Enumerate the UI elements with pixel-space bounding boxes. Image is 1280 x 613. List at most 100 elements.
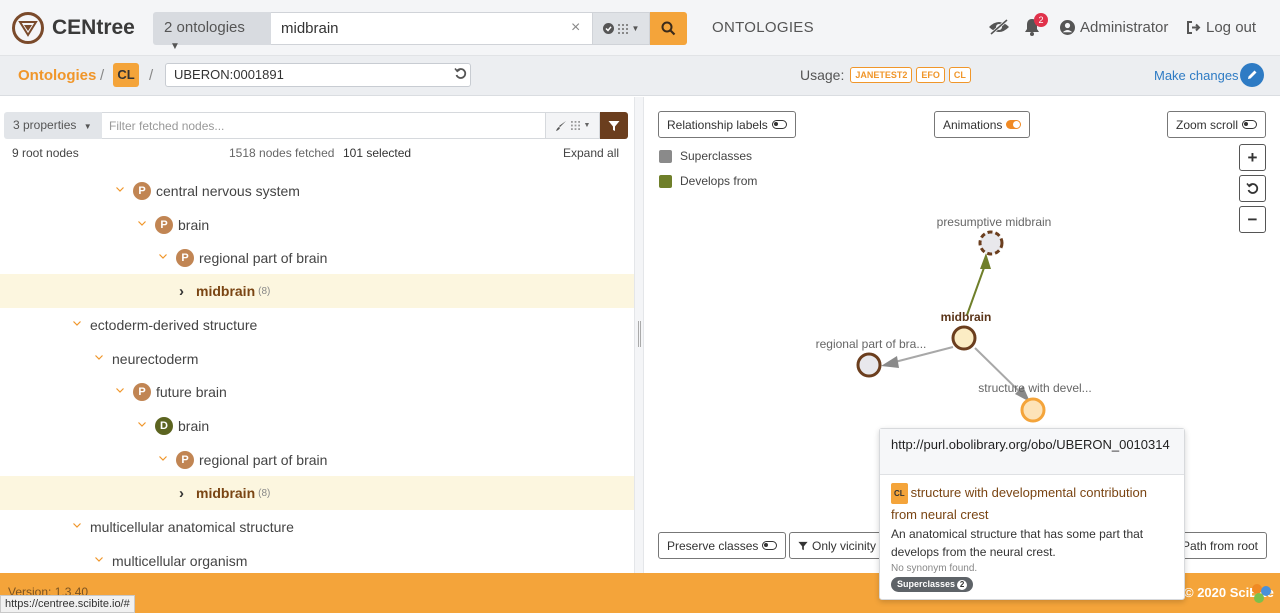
tree-node-label[interactable]: ectoderm-derived structure: [90, 317, 257, 333]
graph-node-label: presumptive midbrain: [937, 215, 1052, 229]
filter-button[interactable]: [600, 112, 628, 139]
pencil-icon[interactable]: [1240, 63, 1264, 87]
edge-arrowhead: [881, 356, 899, 368]
tree-row[interactable]: P regional part of brain: [0, 241, 634, 275]
preserve-classes-toggle[interactable]: Preserve classes: [658, 532, 787, 559]
tree-row[interactable]: neurectoderm: [0, 342, 634, 376]
sign-out-icon: [1187, 21, 1201, 34]
tree-row-selected[interactable]: › midbrain (8): [0, 476, 634, 510]
filter-nodes-input[interactable]: Filter fetched nodes...: [102, 112, 546, 139]
tree-node-label[interactable]: neurectoderm: [112, 351, 198, 367]
tree-row-selected[interactable]: › midbrain (8): [0, 274, 634, 308]
user-menu[interactable]: Administrator: [1060, 19, 1168, 36]
chevron-down-icon[interactable]: [159, 253, 167, 259]
notifications-button[interactable]: 2: [1024, 13, 1048, 39]
tree-filter-bar: 3 properties ▼ Filter fetched nodes... ▼: [0, 109, 634, 139]
root-nodes-count: 9 root nodes: [12, 146, 79, 160]
reset-term-icon[interactable]: [454, 67, 467, 83]
chevron-down-icon[interactable]: [73, 320, 81, 326]
splitter-grip-handle[interactable]: [638, 321, 641, 347]
tree-row[interactable]: P future brain: [0, 375, 634, 409]
properties-select[interactable]: 3 properties ▼: [4, 112, 102, 139]
property-badge: P: [176, 451, 194, 469]
tree-row[interactable]: D brain: [0, 409, 634, 443]
tree-node-label[interactable]: regional part of brain: [199, 452, 327, 468]
property-badge: P: [155, 216, 173, 234]
brush-icon: [555, 120, 566, 131]
tree-row[interactable]: P regional part of brain: [0, 443, 634, 477]
tree-node-label[interactable]: midbrain: [196, 283, 255, 299]
search-input-value: midbrain: [281, 20, 339, 37]
caret-down-icon: ▼: [631, 24, 640, 33]
graph-node-structure-with-developmental-contribution[interactable]: [1020, 397, 1046, 423]
tree-node-label[interactable]: midbrain: [196, 485, 255, 501]
chevron-down-icon[interactable]: [159, 455, 167, 461]
graph-node-regional-part-of-brain[interactable]: [856, 352, 882, 378]
tree-node-label[interactable]: central nervous system: [156, 183, 300, 199]
tree-row[interactable]: P brain: [0, 208, 634, 242]
search-mode-dropdown[interactable]: ▼: [593, 12, 650, 45]
tooltip-title: CL structure with developmental contribut…: [891, 483, 1173, 524]
chevron-down-icon[interactable]: [73, 522, 81, 528]
chevron-down-icon[interactable]: [116, 186, 124, 192]
caret-down-icon: ▼: [170, 41, 180, 52]
tree-panel: 3 properties ▼ Filter fetched nodes... ▼…: [0, 97, 634, 573]
logout-button[interactable]: Log out: [1186, 19, 1256, 36]
status-bar-url: https://centree.scibite.io/#: [0, 595, 135, 613]
chevron-right-icon[interactable]: ›: [179, 485, 184, 502]
breadcrumb-ontologies-link[interactable]: Ontologies: [18, 67, 96, 84]
superclasses-count: 2: [957, 580, 968, 590]
search-icon: [661, 21, 676, 36]
tree-node-label[interactable]: multicellular anatomical structure: [90, 519, 294, 535]
make-changes-link[interactable]: Make changes: [1154, 68, 1239, 83]
tree-row[interactable]: P central nervous system: [0, 174, 634, 208]
tree-node-label[interactable]: multicellular organism: [112, 553, 247, 569]
chevron-down-icon[interactable]: [116, 387, 124, 393]
graph-node-label: regional part of bra...: [816, 337, 927, 351]
tree-node-label[interactable]: brain: [178, 217, 209, 233]
notification-count-badge: 2: [1034, 13, 1048, 27]
tree-node-label[interactable]: regional part of brain: [199, 250, 327, 266]
scibite-logo-icon: [1252, 584, 1271, 603]
tree-row[interactable]: multicellular anatomical structure: [0, 510, 634, 544]
node-tooltip: http://purl.obolibrary.org/obo/UBERON_00…: [879, 428, 1185, 600]
tooltip-body: CL structure with developmental contribut…: [880, 475, 1184, 600]
filter-mode-dropdown[interactable]: ▼: [546, 112, 600, 139]
search-input[interactable]: midbrain: [271, 12, 593, 45]
child-count: (8): [258, 285, 271, 297]
tree-row[interactable]: ectoderm-derived structure: [0, 308, 634, 342]
app-name: CENtree: [52, 16, 135, 39]
graph-node-presumptive-midbrain[interactable]: [978, 230, 1004, 256]
preserve-classes-label: Preserve classes: [667, 538, 759, 553]
chevron-down-icon[interactable]: [138, 220, 146, 226]
develops-from-badge: D: [155, 417, 173, 435]
breadcrumb-ontology-badge[interactable]: CL: [113, 63, 139, 87]
tooltip-synonyms: No synonym found.: [891, 563, 978, 574]
tooltip-iri[interactable]: http://purl.obolibrary.org/obo/UBERON_00…: [880, 429, 1184, 475]
graph-node-midbrain[interactable]: [951, 325, 977, 351]
superclasses-badge[interactable]: Superclasses 2: [891, 577, 974, 592]
user-circle-icon: [1060, 20, 1075, 35]
app-logo[interactable]: CENtree: [12, 12, 135, 44]
usage-badge-janetest2[interactable]: JANETEST2: [850, 67, 913, 83]
caret-down-icon: ▼: [583, 122, 591, 129]
tree-stats: 9 root nodes 1518 nodes fetched 101 sele…: [0, 145, 634, 165]
chevron-down-icon[interactable]: [95, 354, 103, 360]
expand-all-link[interactable]: Expand all: [563, 146, 619, 160]
panel-splitter[interactable]: [634, 97, 644, 573]
nav-ontologies-link[interactable]: ONTOLOGIES: [712, 19, 814, 36]
only-vicinity-button[interactable]: Only vicinity: [789, 532, 886, 559]
ontology-select[interactable]: 2 ontologies ▼: [153, 12, 271, 52]
chevron-down-icon[interactable]: [138, 421, 146, 427]
term-id-input[interactable]: UBERON:0001891: [165, 63, 471, 87]
chevron-right-icon[interactable]: ›: [179, 283, 184, 300]
clear-search-icon[interactable]: ×: [571, 19, 580, 37]
usage-badge-cl[interactable]: CL: [948, 67, 971, 83]
hide-eye-icon[interactable]: [988, 18, 1010, 38]
tree-node-label[interactable]: brain: [178, 418, 209, 434]
search-button[interactable]: [650, 12, 687, 45]
ontology-select-value: 2 ontologies: [164, 19, 245, 36]
usage-badge-efo[interactable]: EFO: [916, 67, 945, 83]
chevron-down-icon[interactable]: [95, 556, 103, 562]
tree-node-label[interactable]: future brain: [156, 384, 227, 400]
